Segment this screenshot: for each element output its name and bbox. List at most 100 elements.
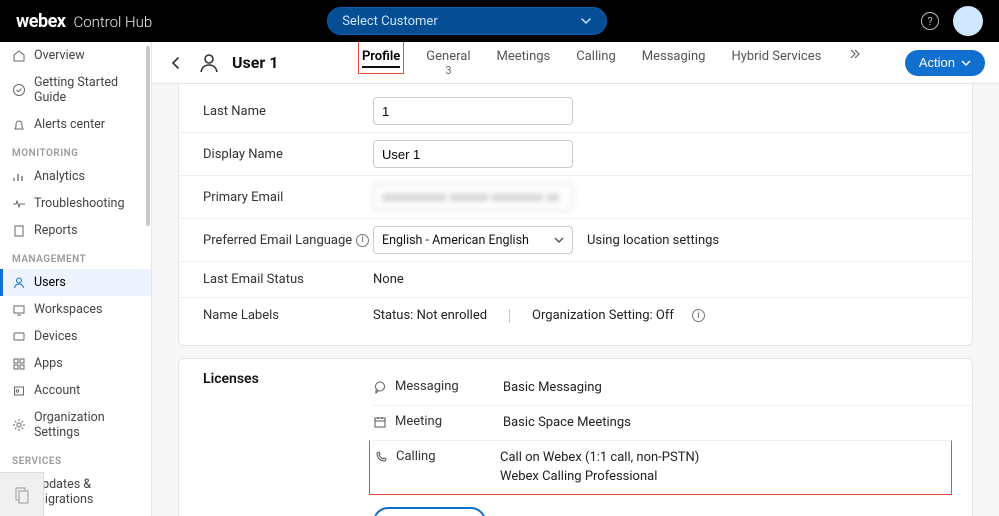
tab-calling[interactable]: Calling	[576, 47, 616, 66]
workspace-icon	[12, 303, 26, 317]
nav-label: Troubleshooting	[34, 196, 124, 211]
chevron-down-icon	[961, 58, 971, 68]
info-icon[interactable]: i	[692, 309, 705, 322]
nav-org-settings[interactable]: Organization Settings	[0, 404, 151, 446]
calendar-icon	[373, 415, 387, 429]
brand-product: Control Hub	[73, 13, 152, 31]
nav-workspaces[interactable]: Workspaces	[0, 296, 151, 323]
check-icon	[12, 83, 26, 97]
tab-hybrid-services[interactable]: Hybrid Services	[731, 47, 821, 66]
nav-label: Account	[34, 383, 80, 398]
home-icon	[12, 49, 26, 63]
brand-logo: webex	[16, 11, 65, 32]
separator	[509, 309, 510, 323]
nav-label: Reports	[34, 223, 78, 238]
section-management: MANAGEMENT	[0, 244, 151, 269]
help-icon[interactable]: ?	[921, 12, 939, 30]
tab-messaging[interactable]: Messaging	[642, 47, 706, 66]
license-label: Calling	[396, 449, 436, 464]
primary-email-input[interactable]: xxxxxxxxxx xxxxxx xxxxxxxx xx	[373, 183, 573, 211]
pulse-icon	[12, 197, 26, 211]
field-name-labels: Name Labels Status: Not enrolled Organiz…	[179, 297, 972, 333]
field-last-email-status: Last Email Status None	[179, 261, 972, 297]
section-monitoring: MONITORING	[0, 138, 151, 163]
select-customer-placeholder: Select Customer	[342, 14, 438, 29]
brand: webex Control Hub	[16, 11, 152, 32]
bell-icon	[12, 118, 26, 132]
tab-meetings[interactable]: Meetings	[497, 47, 551, 66]
nav-label: Updates & Migrations	[34, 477, 139, 507]
nav-label: Analytics	[34, 169, 85, 184]
nav-devices[interactable]: Devices	[0, 323, 151, 350]
field-label: Last Email Status	[203, 272, 373, 287]
info-icon[interactable]: i	[356, 234, 369, 247]
action-button[interactable]: Action	[905, 50, 985, 76]
back-button[interactable]	[166, 53, 186, 73]
nav-reports[interactable]: Reports	[0, 217, 151, 244]
avatar[interactable]	[953, 6, 983, 36]
license-value: Call on Webex (1:1 call, non-PSTN) Webex…	[500, 449, 699, 485]
field-label: Name Labels	[203, 308, 373, 323]
messaging-icon	[373, 380, 387, 394]
user-icon	[12, 276, 26, 290]
edit-licenses-button[interactable]: Edit Licenses	[373, 507, 486, 516]
nav-label: Organization Settings	[34, 410, 139, 440]
chevron-down-icon	[580, 15, 592, 27]
last-name-input[interactable]	[373, 97, 573, 125]
nav-apps[interactable]: Apps	[0, 350, 151, 377]
tab-profile[interactable]: Profile	[362, 47, 400, 68]
user-header: User 1 Profile General 3 Meetings Callin…	[152, 42, 999, 84]
field-primary-email: Primary Email xxxxxxxxxx xxxxxx xxxxxxxx…	[179, 175, 972, 218]
section-title-licenses: Licenses	[179, 371, 373, 495]
licenses-card: Licenses Messaging Basic Messaging	[178, 358, 973, 516]
tab-general[interactable]: General 3	[426, 47, 470, 79]
license-value: Basic Space Meetings	[503, 414, 631, 432]
license-label: Messaging	[395, 379, 459, 394]
app-launcher-icon[interactable]	[0, 472, 44, 516]
phone-icon	[374, 450, 388, 464]
scrollbar-thumb[interactable]	[146, 46, 150, 226]
nav-label: Apps	[34, 356, 63, 371]
sidebar: Overview Getting Started Guide Alerts ce…	[0, 42, 152, 516]
nav-label: Devices	[34, 329, 77, 344]
section-services: SERVICES	[0, 446, 151, 471]
device-icon	[12, 330, 26, 344]
chart-icon	[12, 170, 26, 184]
account-icon	[12, 384, 26, 398]
nav-getting-started[interactable]: Getting Started Guide	[0, 69, 151, 111]
user-avatar-icon	[198, 52, 220, 74]
license-row-messaging: Messaging Basic Messaging	[373, 371, 972, 405]
nav-label: Getting Started Guide	[34, 75, 139, 105]
last-email-status-value: None	[373, 272, 404, 287]
tab-general-badge: 3	[445, 64, 451, 77]
preferred-language-select[interactable]: English - American English	[373, 226, 573, 254]
field-label: Preferred Email Languagei	[203, 233, 373, 248]
license-value: Basic Messaging	[503, 379, 602, 397]
tab-more-icon[interactable]	[847, 47, 861, 61]
nav-alerts[interactable]: Alerts center	[0, 111, 151, 138]
nav-analytics[interactable]: Analytics	[0, 163, 151, 190]
topbar: webex Control Hub Select Customer ?	[0, 0, 999, 42]
field-label: Display Name	[203, 147, 373, 162]
gear-icon	[12, 418, 26, 432]
nav-label: Overview	[34, 48, 85, 63]
field-display-name: Display Name	[179, 132, 972, 175]
license-row-meeting: Meeting Basic Space Meetings	[373, 405, 972, 440]
field-preferred-language: Preferred Email Languagei English - Amer…	[179, 218, 972, 261]
select-customer-dropdown[interactable]: Select Customer	[327, 7, 607, 35]
nav-overview[interactable]: Overview	[0, 42, 151, 69]
document-icon	[12, 224, 26, 238]
field-label: Primary Email	[203, 190, 373, 205]
nav-label: Alerts center	[34, 117, 105, 132]
nav-users[interactable]: Users	[0, 269, 151, 296]
main: User 1 Profile General 3 Meetings Callin…	[152, 42, 999, 516]
nav-label: Workspaces	[34, 302, 103, 317]
license-row-calling: Calling Call on Webex (1:1 call, non-PST…	[369, 440, 952, 494]
nav-label: Users	[34, 275, 66, 290]
chevron-down-icon	[554, 235, 564, 245]
license-label: Meeting	[395, 414, 442, 429]
field-label: Last Name	[203, 104, 373, 119]
display-name-input[interactable]	[373, 140, 573, 168]
nav-troubleshooting[interactable]: Troubleshooting	[0, 190, 151, 217]
nav-account[interactable]: Account	[0, 377, 151, 404]
